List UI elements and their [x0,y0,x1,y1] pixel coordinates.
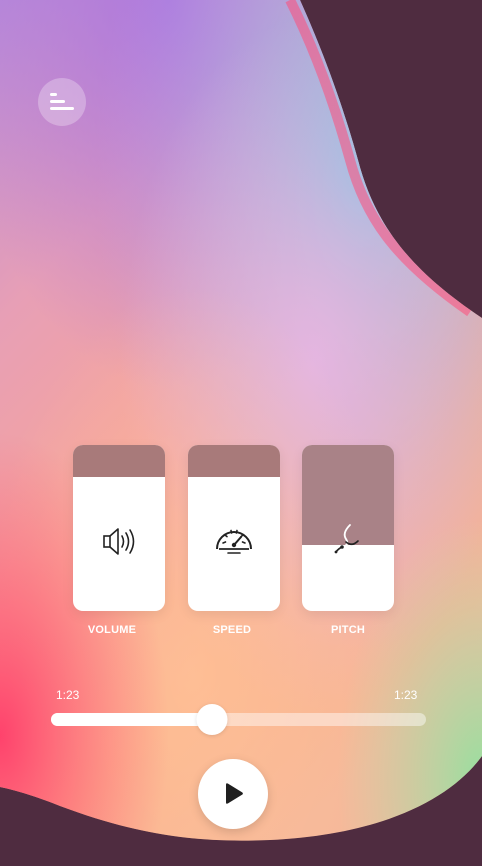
speed-label: SPEED [212,624,252,636]
speed-control[interactable] [188,445,280,611]
volume-control[interactable] [73,445,165,611]
volume-level-fill [73,445,165,477]
menu-lines-icon [50,92,74,112]
speedometer-icon [216,529,252,554]
gradient-blob-background [0,0,482,866]
volume-label: VOLUME [87,624,137,636]
pitch-control[interactable] [302,445,394,611]
seek-progress-fill [51,713,213,726]
pitch-label: PITCH [331,624,365,636]
play-icon [226,783,243,804]
app-screen: VOLUME SPEED PITCH 1:23 1:23 [0,0,482,866]
elapsed-time: 1:23 [56,688,80,702]
speaker-icon [103,528,135,555]
menu-button[interactable] [38,78,86,126]
pitch-wave-icon [334,524,359,554]
seek-thumb[interactable] [196,704,228,735]
total-time: 1:23 [394,688,418,702]
speed-level-fill [188,445,280,477]
play-button[interactable] [198,759,268,829]
seek-slider[interactable] [51,704,426,735]
